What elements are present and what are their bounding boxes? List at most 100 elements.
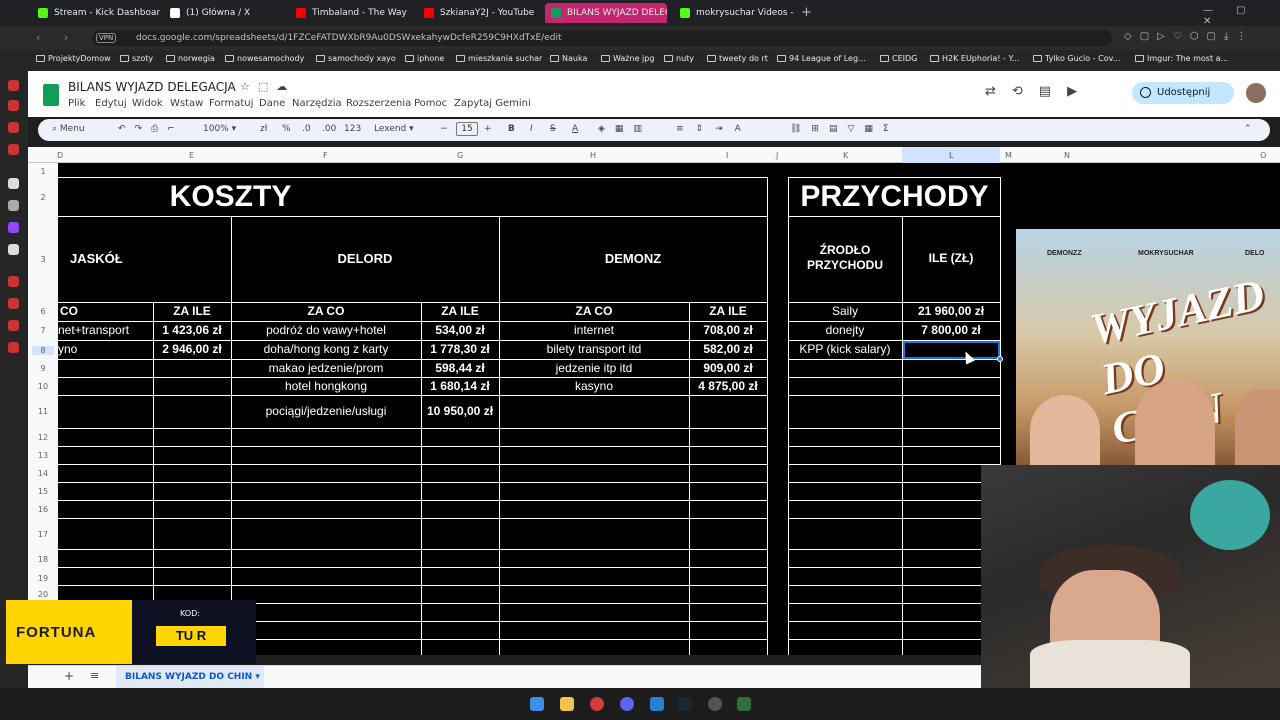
row-header[interactable]: 20 <box>32 590 54 599</box>
menu-edit[interactable]: Edytuj <box>95 98 127 109</box>
header-action-icons[interactable]: ⇄⟲▤▶ <box>985 84 1093 99</box>
font-size-increase[interactable]: + <box>484 124 492 134</box>
tab-mokrysuchar[interactable]: mokrysuchar Videos - Wa <box>674 3 796 23</box>
bookmark[interactable]: CEIDG <box>880 54 917 63</box>
cost-amount[interactable]: 1 778,30 zł <box>421 342 499 356</box>
tab-x-home[interactable]: (1) Główna / X <box>164 3 284 23</box>
bookmark[interactable]: szoty <box>120 54 153 63</box>
menu-extensions[interactable]: Rozszerzenia <box>346 98 411 109</box>
income-amount[interactable]: 21 960,00 zł <box>902 304 1000 318</box>
row-header[interactable]: 7 <box>32 326 54 335</box>
all-sheets-icon[interactable]: ≡ <box>90 669 99 682</box>
cost-amount[interactable]: 2 946,00 zł <box>153 342 231 356</box>
sidebar-app-icon[interactable] <box>8 200 19 211</box>
row-header[interactable]: 8 <box>32 346 54 355</box>
cost-amount[interactable]: 598,44 zł <box>421 361 499 375</box>
bold-button[interactable]: B <box>508 124 515 134</box>
add-sheet-icon[interactable]: + <box>64 669 74 683</box>
row-header[interactable]: 14 <box>32 469 54 478</box>
za-ile-header[interactable]: ZA ILE <box>153 304 231 318</box>
income-source-header[interactable]: ŹRODŁO PRZYCHODU <box>788 243 902 273</box>
menu-format[interactable]: Formatuj <box>209 98 253 109</box>
sidebar-app-icon[interactable] <box>8 298 19 309</box>
person-header-demonz[interactable]: DEMONZ <box>499 251 767 266</box>
cost-amount[interactable]: 4 875,00 zł <box>689 379 767 393</box>
row-header[interactable]: 10 <box>32 382 54 391</box>
person-header-delord[interactable]: DELORD <box>231 251 499 266</box>
bookmark[interactable]: iphone <box>405 54 444 63</box>
sidebar-app-icon[interactable] <box>8 100 19 111</box>
row-header[interactable]: 17 <box>32 530 54 539</box>
cost-item[interactable]: kasyno <box>499 379 689 393</box>
zoom-select[interactable]: 100% ▾ <box>203 124 236 134</box>
row-header[interactable]: 19 <box>32 574 54 583</box>
selected-cell[interactable] <box>903 341 1000 359</box>
cost-item[interactable]: podróż do wawy+hotel <box>231 323 421 337</box>
row-header[interactable]: 3 <box>32 255 54 264</box>
calculator-icon[interactable] <box>737 697 751 711</box>
app-icon[interactable] <box>708 697 722 711</box>
za-ile-header[interactable]: ZA ILE <box>421 304 499 318</box>
income-source[interactable]: KPP (kick salary) <box>788 342 902 356</box>
cost-item[interactable]: hotel hongkong <box>231 379 421 393</box>
search-menu[interactable]: ⌕ Menu <box>52 124 85 134</box>
windows-start-icon[interactable] <box>530 697 544 711</box>
document-title[interactable]: BILANS WYJAZD DELEGACJA <box>68 80 236 94</box>
menu-help[interactable]: Pomoc <box>414 98 447 109</box>
bookmark[interactable]: 94 League of Leg... <box>777 54 866 63</box>
messenger-icon[interactable] <box>650 697 664 711</box>
menu-view[interactable]: Widok <box>132 98 163 109</box>
za-co-header[interactable]: CO <box>60 304 150 318</box>
fill-handle[interactable] <box>997 356 1003 362</box>
za-ile-header[interactable]: ZA ILE <box>689 304 767 318</box>
sidebar-app-icon[interactable] <box>8 122 19 133</box>
menu-tools[interactable]: Narzędzia <box>292 98 342 109</box>
url-field[interactable]: docs.google.com/spreadsheets/d/1FZCeFATD… <box>92 30 1112 46</box>
bookmark[interactable]: tweety do rt <box>707 54 768 63</box>
row-header[interactable]: 12 <box>32 433 54 442</box>
x-icon[interactable] <box>8 244 19 255</box>
row-header[interactable]: 1 <box>32 167 54 176</box>
row-header[interactable]: 16 <box>32 505 54 514</box>
font-size-field[interactable]: 15 <box>456 122 478 136</box>
steam-icon[interactable] <box>678 697 692 711</box>
menu-insert[interactable]: Wstaw <box>170 98 203 109</box>
file-explorer-icon[interactable] <box>560 697 574 711</box>
cost-item[interactable]: net+transport <box>58 323 152 337</box>
currency-format-button[interactable]: zł <box>260 124 267 134</box>
cost-amount[interactable]: 10 950,00 zł <box>421 404 499 418</box>
cost-amount[interactable]: 1 423,06 zł <box>153 323 231 337</box>
sheet-tab-active[interactable]: BILANS WYJAZD DO CHIN ▾ <box>116 666 264 688</box>
decrease-decimals-button[interactable]: .0 <box>302 124 311 134</box>
bookmark[interactable]: ProjektyDomow <box>36 54 111 63</box>
bookmark[interactable]: Ważne jpg <box>601 54 654 63</box>
cost-amount[interactable]: 534,00 zł <box>421 323 499 337</box>
income-source[interactable]: Saily <box>788 304 902 318</box>
za-co-header[interactable]: ZA CO <box>499 304 689 318</box>
cost-item[interactable]: bilety transport itd <box>499 342 689 356</box>
star-move-cloud-icons[interactable]: ☆⬚☁ <box>240 80 295 93</box>
bookmark[interactable]: mieszkania suchar <box>456 54 542 63</box>
font-size-decrease[interactable]: − <box>440 124 448 134</box>
extension-icons[interactable]: ◇▢▷♡⬡▢⤓⋮ <box>1124 31 1254 42</box>
column-header[interactable]: L <box>949 151 953 160</box>
bookmark[interactable]: samochody xayo <box>316 54 396 63</box>
row-header[interactable]: 9 <box>32 364 54 373</box>
align-wrap-rotate-icons[interactable]: ≡⇕⇥A <box>676 124 753 134</box>
cost-item[interactable]: makao jedzenie/prom <box>231 361 421 375</box>
row-header[interactable]: 11 <box>32 407 54 416</box>
sidebar-app-icon[interactable] <box>8 144 19 155</box>
menu-data[interactable]: Dane <box>259 98 285 109</box>
row-header[interactable]: 15 <box>32 487 54 496</box>
row-header[interactable]: 2 <box>32 193 54 202</box>
text-color-button[interactable]: A <box>572 124 578 134</box>
column-header[interactable]: D <box>57 151 63 160</box>
column-header[interactable]: M <box>1005 151 1012 160</box>
new-tab-icon[interactable]: + <box>801 5 812 20</box>
column-header[interactable]: J <box>776 151 778 160</box>
twitch-icon[interactable] <box>8 222 19 233</box>
increase-decimals-button[interactable]: .00 <box>322 124 336 134</box>
cost-amount[interactable]: 909,00 zł <box>689 361 767 375</box>
przychody-title[interactable]: PRZYCHODY <box>788 179 1001 215</box>
bookmark[interactable]: nuty <box>664 54 694 63</box>
